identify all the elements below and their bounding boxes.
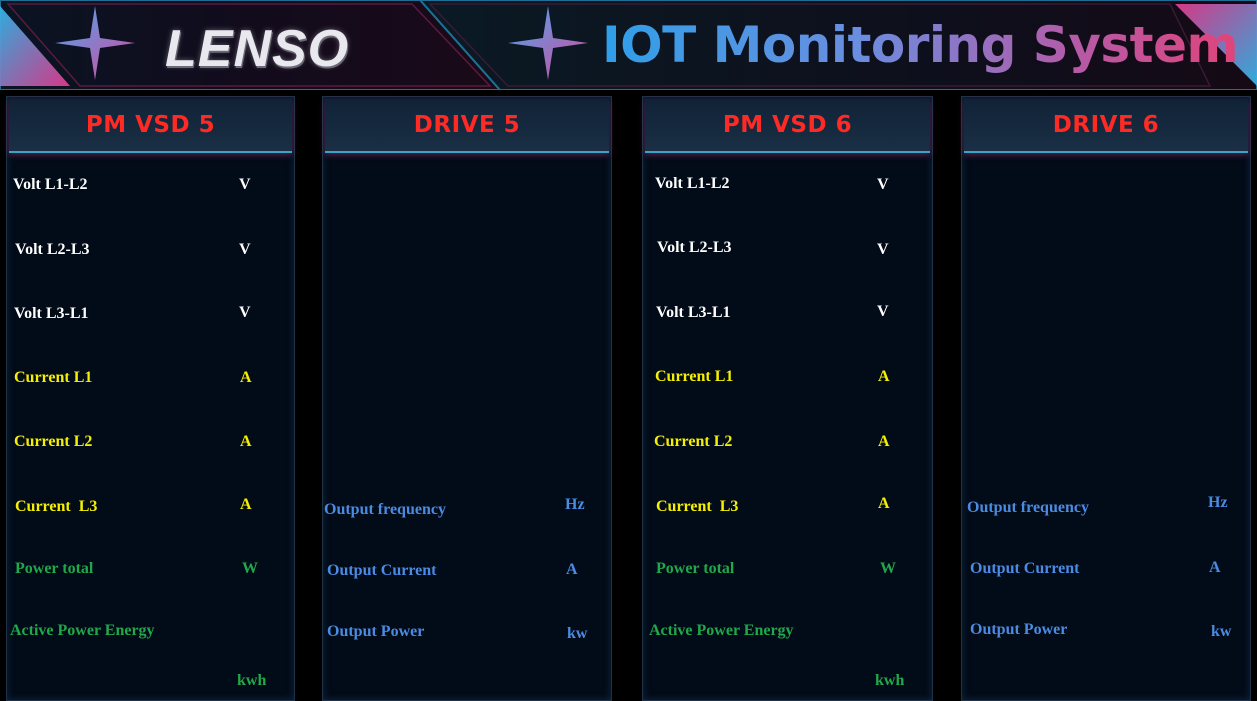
- unit-volt-l1-l2: V: [877, 176, 889, 193]
- label-output-current: Output Current: [327, 562, 437, 579]
- star-icon-right: [508, 6, 588, 80]
- unit-output-frequency: Hz: [565, 496, 585, 513]
- label-current-l1: Current L1: [655, 368, 734, 385]
- lenso-logo: LENSO: [165, 20, 350, 78]
- unit-volt-l1-l2: V: [239, 176, 251, 193]
- label-output-power: Output Power: [970, 621, 1068, 638]
- label-power-total: Power total: [15, 560, 94, 577]
- label-output-current: Output Current: [970, 560, 1080, 577]
- label-output-power: Output Power: [327, 623, 425, 640]
- unit-current-l3: A: [878, 495, 890, 512]
- unit-power-total: W: [880, 560, 896, 577]
- label-volt-l3-l1: Volt L3-L1: [14, 305, 89, 322]
- unit-volt-l2-l3: V: [239, 241, 251, 258]
- label-current-l3: Current L3: [15, 498, 98, 515]
- unit-output-current: A: [1209, 559, 1221, 576]
- unit-volt-l3-l1: V: [877, 303, 889, 320]
- label-active-power-energy: Active Power Energy: [10, 622, 155, 639]
- panel-title: PM VSD 6: [645, 99, 930, 153]
- label-volt-l1-l2: Volt L1-L2: [655, 175, 730, 192]
- unit-active-power-energy: kwh: [237, 672, 267, 689]
- panel-drive-5: DRIVE 5: [322, 96, 612, 701]
- unit-current-l2: A: [878, 433, 890, 450]
- unit-current-l2: A: [240, 433, 252, 450]
- unit-current-l3: A: [240, 496, 252, 513]
- unit-output-power: kw: [567, 625, 588, 642]
- panel-title: DRIVE 5: [325, 99, 609, 153]
- unit-volt-l3-l1: V: [239, 304, 251, 321]
- label-active-power-energy: Active Power Energy: [649, 622, 794, 639]
- label-volt-l2-l3: Volt L2-L3: [15, 241, 90, 258]
- unit-volt-l2-l3: V: [877, 241, 889, 258]
- panel-title: PM VSD 5: [9, 99, 292, 153]
- label-current-l3: Current L3: [656, 498, 739, 515]
- label-current-l2: Current L2: [654, 433, 733, 450]
- unit-output-power: kw: [1211, 623, 1232, 640]
- label-output-frequency: Output frequency: [324, 501, 446, 518]
- label-output-frequency: Output frequency: [967, 499, 1089, 516]
- panel-title: DRIVE 6: [964, 99, 1248, 153]
- unit-output-frequency: Hz: [1208, 494, 1228, 511]
- unit-active-power-energy: kwh: [875, 672, 905, 689]
- unit-power-total: W: [242, 560, 258, 577]
- panel-drive-6: DRIVE 6: [961, 96, 1251, 701]
- label-current-l1: Current L1: [14, 369, 93, 386]
- label-power-total: Power total: [656, 560, 735, 577]
- label-volt-l2-l3: Volt L2-L3: [657, 239, 732, 256]
- page-title: IOT Monitoring System: [602, 12, 1239, 78]
- label-volt-l1-l2: Volt L1-L2: [13, 176, 88, 193]
- unit-current-l1: A: [240, 369, 252, 386]
- label-current-l2: Current L2: [14, 433, 93, 450]
- star-icon-left: [55, 6, 135, 80]
- unit-current-l1: A: [878, 368, 890, 385]
- label-volt-l3-l1: Volt L3-L1: [656, 304, 731, 321]
- unit-output-current: A: [566, 561, 578, 578]
